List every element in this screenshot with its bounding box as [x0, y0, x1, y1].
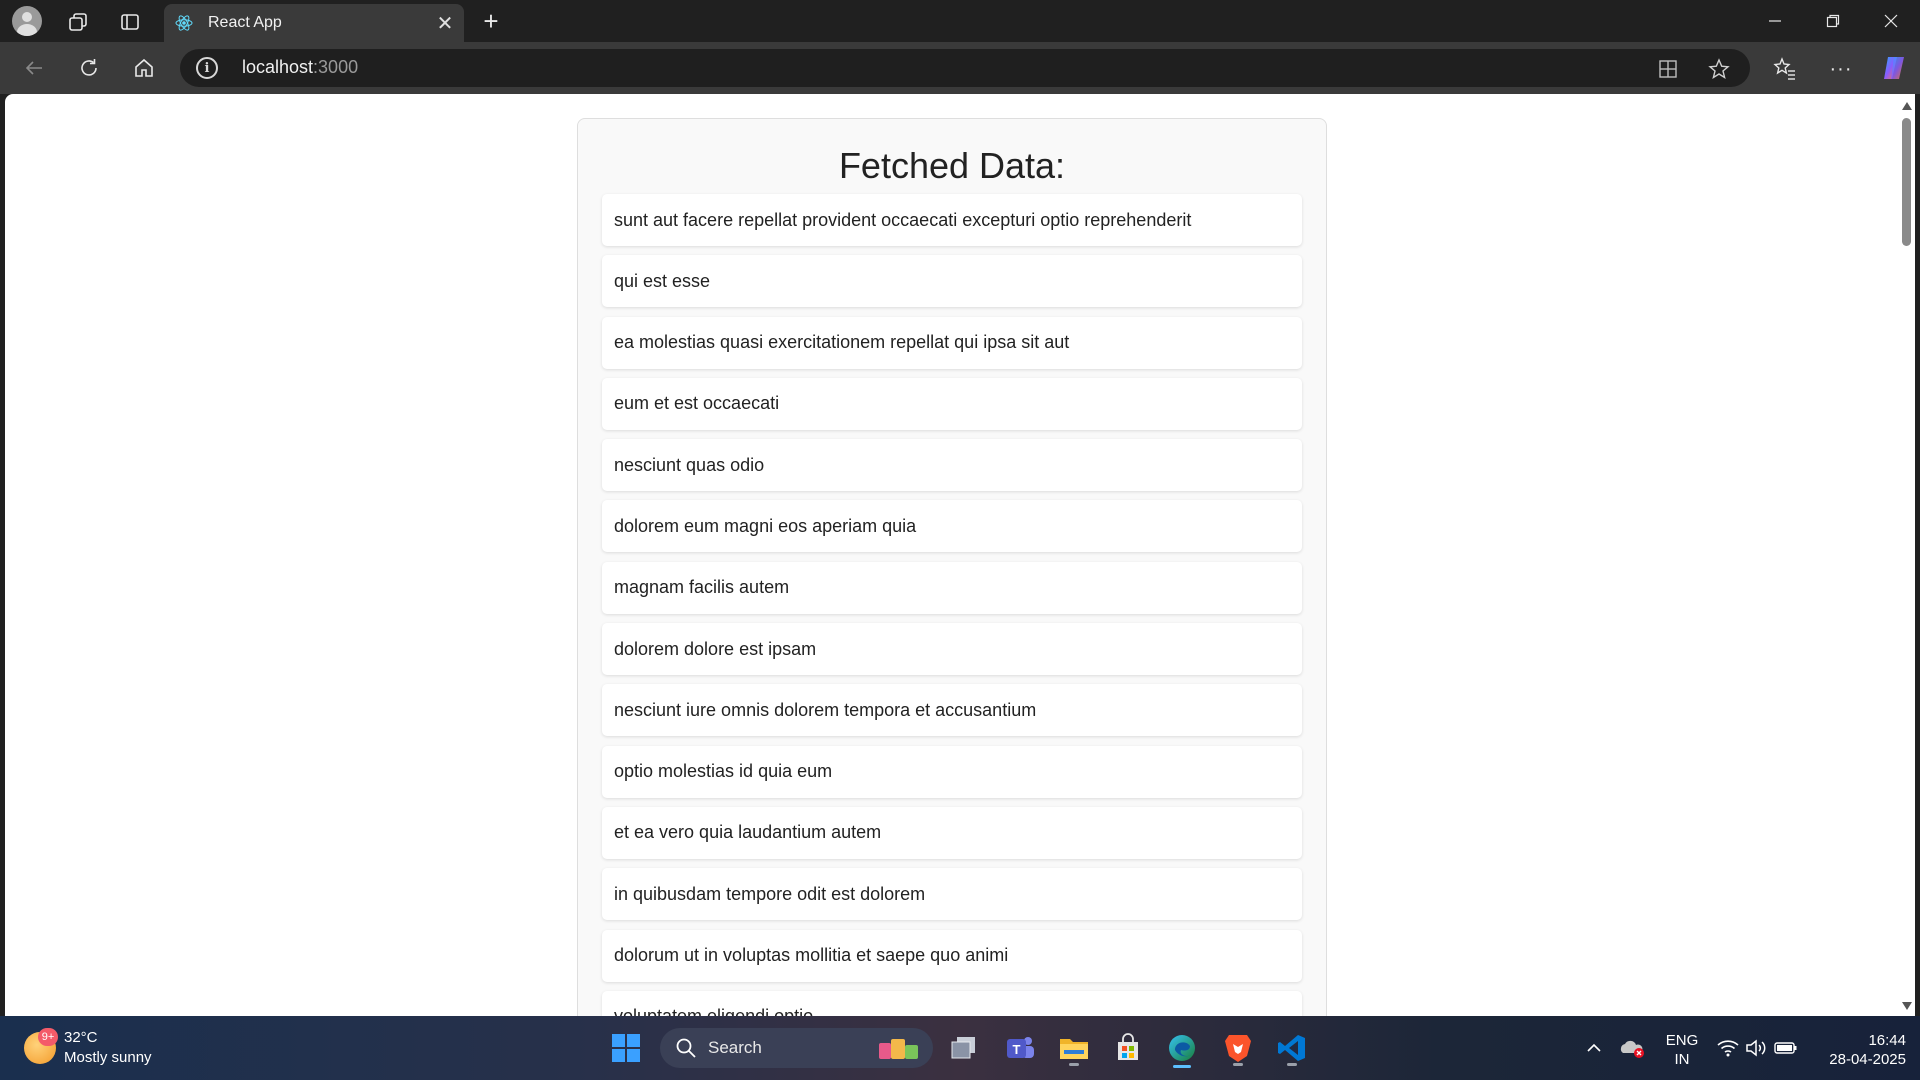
file-explorer-icon[interactable] — [1054, 1028, 1094, 1068]
tab-react-app[interactable]: React App ✕ — [164, 4, 464, 42]
workspaces-icon[interactable] — [64, 8, 92, 36]
page-scrollbar[interactable] — [1898, 94, 1915, 1016]
weather-temp: 32°C — [64, 1029, 98, 1046]
copilot-icon[interactable] — [1878, 52, 1910, 84]
battery-icon[interactable] — [1766, 1028, 1806, 1068]
react-favicon-icon — [175, 15, 193, 31]
vertical-tabs-icon[interactable] — [116, 8, 144, 36]
close-window-icon[interactable] — [1862, 0, 1920, 42]
browser-toolbar: i localhost:3000 ··· — [0, 42, 1920, 94]
clock-time: 16:44 — [1868, 1032, 1906, 1049]
new-tab-icon[interactable]: + — [476, 6, 506, 36]
show-hidden-icons-chevron-up-icon[interactable] — [1574, 1028, 1614, 1068]
taskbar: 9+ 32°C Mostly sunny Search T ENG IN 16:… — [0, 1016, 1920, 1080]
tab-title: React App — [208, 14, 282, 31]
favorites-icon[interactable] — [1770, 54, 1800, 84]
list-item: nesciunt quas odio — [602, 439, 1302, 492]
list-item: in quibusdam tempore odit est dolorem — [602, 868, 1302, 921]
list-item: magnam facilis autem — [602, 561, 1302, 614]
list-item: et ea vero quia laudantium autem — [602, 806, 1302, 859]
site-info-icon[interactable]: i — [196, 57, 218, 79]
list-item: nesciunt iure omnis dolorem tempora et a… — [602, 684, 1302, 737]
scroll-thumb[interactable] — [1902, 118, 1911, 246]
refresh-icon[interactable] — [75, 54, 103, 82]
address-url: localhost:3000 — [242, 57, 359, 77]
weather-badge: 9+ — [38, 1028, 58, 1046]
list-item: dolorum ut in voluptas mollitia et saepe… — [602, 929, 1302, 982]
favorite-star-icon[interactable] — [1706, 56, 1732, 82]
list-item: voluptatem eligendi optio — [602, 990, 1302, 1016]
sun-icon: 9+ — [24, 1028, 58, 1064]
onedrive-error-icon[interactable] — [1612, 1028, 1652, 1068]
microsoft-store-icon[interactable] — [1108, 1028, 1148, 1068]
list-item: eum et est occaecati — [602, 377, 1302, 430]
language-indicator[interactable]: ENG IN — [1660, 1031, 1704, 1069]
list-item: ea molestias quasi exercitationem repell… — [602, 316, 1302, 369]
home-icon[interactable] — [130, 54, 158, 82]
vscode-icon[interactable] — [1272, 1028, 1312, 1068]
search-label: Search — [708, 1038, 762, 1057]
start-icon[interactable] — [606, 1028, 646, 1068]
list-item: qui est esse — [602, 255, 1302, 308]
page-title: Fetched Data: — [838, 145, 1066, 186]
teams-icon[interactable]: T — [1000, 1028, 1040, 1068]
weather-condition: Mostly sunny — [64, 1049, 152, 1066]
system-clock[interactable]: 16:44 28-04-2025 — [1808, 1031, 1906, 1069]
address-bar[interactable]: i localhost:3000 — [180, 49, 1750, 87]
tab-strip: React App ✕ + — [0, 0, 1920, 42]
list-item: optio molestias id quia eum — [602, 745, 1302, 798]
profile-avatar[interactable] — [12, 6, 42, 36]
back-icon[interactable] — [20, 54, 48, 82]
minimize-icon[interactable] — [1746, 0, 1804, 42]
brave-icon[interactable] — [1218, 1028, 1258, 1068]
taskbar-search[interactable]: Search — [660, 1028, 933, 1068]
app-available-icon[interactable] — [1656, 57, 1680, 81]
list-item: sunt aut facere repellat provident occae… — [602, 194, 1302, 246]
restore-icon[interactable] — [1804, 0, 1862, 42]
scroll-down-icon[interactable] — [1902, 1002, 1912, 1010]
page-viewport: Fetched Data: sunt aut facere repellat p… — [5, 94, 1898, 1016]
svg-text:T: T — [1013, 1042, 1021, 1057]
list-item: dolorem dolore est ipsam — [602, 623, 1302, 676]
data-card: Fetched Data: sunt aut facere repellat p… — [577, 118, 1327, 1016]
more-menu-icon[interactable]: ··· — [1826, 54, 1856, 84]
scroll-up-icon[interactable] — [1902, 102, 1912, 110]
weather-widget[interactable]: 9+ 32°C Mostly sunny — [24, 1028, 152, 1068]
search-highlight-icon — [879, 1039, 918, 1059]
search-icon — [676, 1038, 696, 1058]
clock-date: 28-04-2025 — [1829, 1051, 1906, 1068]
edge-icon[interactable] — [1162, 1028, 1202, 1068]
list-item: dolorem eum magni eos aperiam quia — [602, 500, 1302, 553]
tab-close-icon[interactable]: ✕ — [430, 8, 460, 38]
data-list: sunt aut facere repellat provident occae… — [602, 194, 1302, 1016]
task-view-icon[interactable] — [944, 1028, 984, 1068]
